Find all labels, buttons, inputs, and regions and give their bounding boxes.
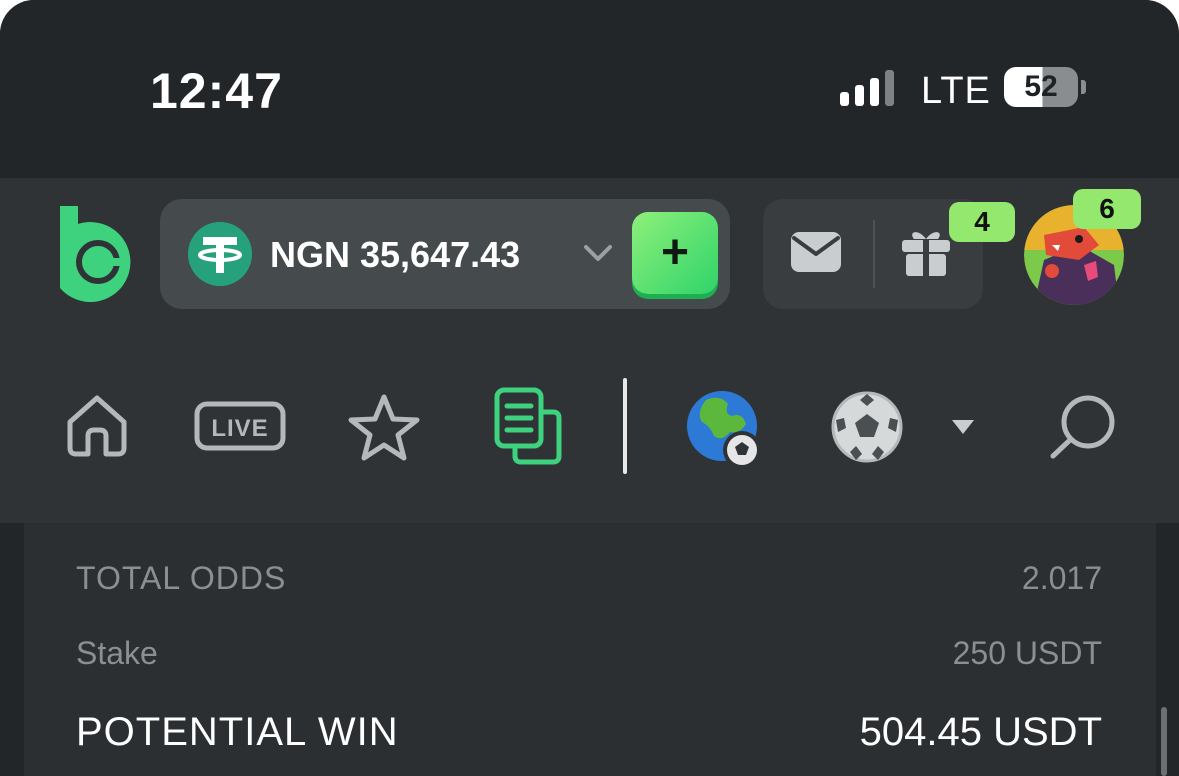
brand-logo-icon[interactable] [50,202,138,302]
plus-icon: + [660,226,690,279]
wallet-balance[interactable]: NGN 35,647.43 [270,234,520,276]
scrollbar[interactable] [1161,707,1167,776]
live-icon[interactable]: LIVE [194,401,286,451]
betslip-icon[interactable] [493,386,563,466]
total-odds-label: TOTAL ODDS [76,560,287,596]
tether-icon [188,222,252,286]
network-type: LTE [921,70,991,112]
star-icon[interactable] [346,392,422,462]
battery-icon: 52 [1004,67,1078,107]
cellular-signal-icon [840,70,900,106]
gift-count-badge: 4 [949,202,1015,242]
gift-icon[interactable] [900,226,952,278]
stake-value: 250 USDT [952,635,1102,671]
home-icon[interactable] [62,392,132,458]
search-icon[interactable] [1048,394,1116,460]
soccer-ball-icon[interactable] [830,390,904,464]
potential-win-label: POTENTIAL WIN [76,710,399,754]
live-label: LIVE [211,415,268,442]
battery-nub [1081,80,1086,94]
potential-win-value: 504.45 USDT [859,710,1102,754]
avatar-count-badge: 6 [1073,189,1141,229]
stake-label: Stake [76,635,158,671]
status-bar: 12:47 LTE 52 [0,0,1179,178]
mail-icon[interactable] [790,230,842,274]
total-odds-value: 2.017 [1021,560,1102,596]
app-frame: 12:47 LTE 52 NGN 35,647.43 + 4 6 LIVE TO… [0,0,1179,776]
globe-soccer-icon[interactable] [686,390,764,472]
deposit-button[interactable]: + [632,212,718,294]
divider [873,220,875,288]
chevron-down-icon[interactable] [582,240,614,266]
caret-down-icon[interactable] [950,418,976,436]
battery-level: 52 [1024,70,1058,103]
nav-divider [623,378,627,474]
status-time: 12:47 [150,63,283,119]
